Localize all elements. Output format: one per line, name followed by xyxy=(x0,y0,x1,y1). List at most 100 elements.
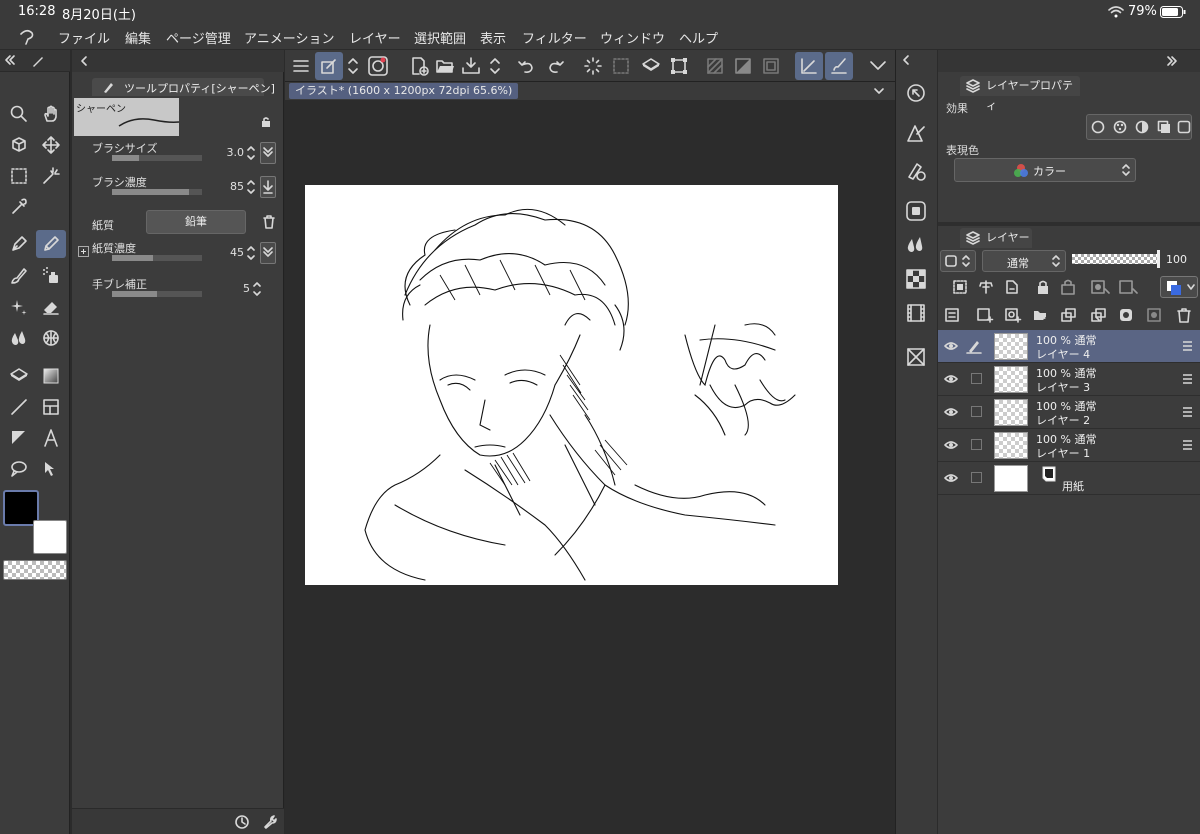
menu-edit[interactable]: 編集 xyxy=(125,28,151,47)
layer-row[interactable]: 100 % 通常 レイヤー 1 xyxy=(938,429,1200,462)
tone-effect-icon[interactable] xyxy=(1113,120,1127,134)
brush-tool[interactable] xyxy=(4,262,34,290)
tool-property-icon[interactable] xyxy=(905,160,927,182)
spinner-icon[interactable] xyxy=(246,178,256,196)
stabilization-row[interactable]: 手ブレ補正 5 xyxy=(88,276,278,306)
trash-icon[interactable] xyxy=(262,214,276,230)
merge-down-icon[interactable] xyxy=(1090,307,1108,323)
layer-row[interactable]: 100 % 通常 レイヤー 4 xyxy=(938,330,1200,363)
menu-help[interactable]: ヘルプ xyxy=(679,28,718,47)
hatch-icon[interactable] xyxy=(705,56,725,76)
brush-size-slider[interactable] xyxy=(112,155,202,161)
chevron-down-icon[interactable] xyxy=(869,58,887,74)
redo-icon[interactable] xyxy=(547,57,565,75)
layer-tab[interactable]: レイヤー xyxy=(960,228,1032,248)
paper-texture-row[interactable]: 紙質 鉛筆 xyxy=(88,208,278,238)
brush-density-slider[interactable] xyxy=(112,189,202,195)
reference-icon[interactable] xyxy=(978,279,994,295)
companion-icon[interactable] xyxy=(367,55,389,77)
frame-tool[interactable] xyxy=(36,393,66,421)
new-folder-icon[interactable] xyxy=(1032,307,1050,323)
snap-special-ruler-button[interactable] xyxy=(825,52,853,80)
magic-wand-tool[interactable] xyxy=(36,162,66,190)
edit-target-checkbox[interactable] xyxy=(971,439,982,450)
paper-density-pressure-toggle[interactable] xyxy=(260,242,276,264)
gradient-tool[interactable] xyxy=(36,362,66,390)
fill-bucket-icon[interactable] xyxy=(641,56,661,76)
layer-row[interactable]: 100 % 通常 レイヤー 2 xyxy=(938,396,1200,429)
hand-tool[interactable] xyxy=(36,100,66,128)
ruler-layer-icon[interactable] xyxy=(1118,279,1138,295)
drawing-canvas[interactable] xyxy=(305,185,838,585)
layer-type-select[interactable] xyxy=(940,250,976,272)
new-vector-layer-icon[interactable] xyxy=(1004,307,1022,323)
sub-color-swatch[interactable] xyxy=(33,520,67,554)
grid-tool[interactable] xyxy=(36,324,66,352)
tone-curve-icon[interactable] xyxy=(1177,120,1191,134)
color-set-icon[interactable] xyxy=(905,268,927,290)
app-logo-icon[interactable] xyxy=(18,28,36,46)
menu-animation[interactable]: アニメーション xyxy=(244,28,334,47)
collapse-left-icon[interactable] xyxy=(900,54,912,66)
expression-color-select[interactable]: カラー xyxy=(954,158,1136,182)
edit-target-icon[interactable] xyxy=(966,338,982,354)
menu-file[interactable]: ファイル xyxy=(58,28,110,47)
decoration-tool[interactable] xyxy=(4,293,34,321)
layer-property-tab[interactable]: レイヤープロパティ xyxy=(960,76,1080,112)
color-mixing-icon[interactable] xyxy=(905,234,927,256)
object-tool[interactable] xyxy=(4,131,34,159)
line-tool[interactable] xyxy=(4,393,34,421)
menu-view[interactable]: 表示 xyxy=(480,28,506,47)
transform-icon[interactable] xyxy=(669,56,689,76)
lock-icon[interactable] xyxy=(1036,279,1050,295)
opacity-slider[interactable] xyxy=(1072,254,1158,264)
color-wheel-icon[interactable] xyxy=(905,200,927,222)
new-raster-layer-icon[interactable] xyxy=(976,307,994,323)
spinner-loading-icon[interactable] xyxy=(583,56,603,76)
eye-icon[interactable] xyxy=(944,471,958,485)
airbrush-tool[interactable] xyxy=(36,262,66,290)
snap-ruler-button[interactable] xyxy=(795,52,823,80)
collapse-right-icon[interactable] xyxy=(1166,55,1178,67)
chevron-down-icon[interactable] xyxy=(873,85,885,97)
brush-density-row[interactable]: ブラシ濃度 85 xyxy=(88,174,278,204)
blend-mode-select[interactable]: 通常 xyxy=(982,250,1066,272)
brush-preview[interactable]: シャーペン xyxy=(74,98,179,136)
transparent-color-swatch[interactable] xyxy=(3,560,67,580)
clip-icon[interactable] xyxy=(952,279,968,295)
drag-handle-icon[interactable] xyxy=(1183,374,1192,384)
menu-page[interactable]: ページ管理 xyxy=(166,28,231,47)
brush-size-pressure-toggle[interactable] xyxy=(260,142,276,164)
layer-menu-icon[interactable] xyxy=(944,307,960,323)
blend-tool[interactable] xyxy=(4,324,34,352)
clear-selection-icon[interactable] xyxy=(611,56,631,76)
eye-icon[interactable] xyxy=(944,438,958,452)
frame-border-icon[interactable] xyxy=(761,56,781,76)
mask-icon[interactable] xyxy=(1090,279,1110,295)
border-effect-icon[interactable] xyxy=(1091,120,1105,134)
pen-tab-icon[interactable] xyxy=(30,53,46,69)
pen-tool[interactable] xyxy=(4,230,34,258)
paper-texture-button[interactable]: 鉛筆 xyxy=(146,210,246,234)
open-folder-icon[interactable] xyxy=(435,56,455,76)
paper-density-slider[interactable] xyxy=(112,255,202,261)
material-icon[interactable] xyxy=(905,346,927,368)
edit-target-checkbox[interactable] xyxy=(971,406,982,417)
wrench-icon[interactable] xyxy=(262,814,278,830)
sub-tool-icon[interactable] xyxy=(905,122,927,144)
correction-tool[interactable] xyxy=(36,455,66,483)
timeline-icon[interactable] xyxy=(905,302,927,324)
quick-access-button[interactable] xyxy=(315,52,343,80)
layer-color-select[interactable] xyxy=(1160,276,1198,298)
paper-density-row[interactable]: 紙質濃度 45 xyxy=(78,240,278,270)
brush-density-pressure-toggle[interactable] xyxy=(260,176,276,198)
eyedropper-tool[interactable] xyxy=(4,193,34,221)
marquee-tool[interactable] xyxy=(4,162,34,190)
lock-icon[interactable] xyxy=(260,116,272,128)
spinner-icon[interactable] xyxy=(246,244,256,262)
opacity-slider-handle[interactable] xyxy=(1157,250,1160,268)
menu-selection[interactable]: 選択範囲 xyxy=(414,28,466,47)
balloon-tool[interactable] xyxy=(4,455,34,483)
mask-effect-icon[interactable] xyxy=(1157,120,1171,134)
layer-row[interactable]: 100 % 通常 レイヤー 3 xyxy=(938,363,1200,396)
